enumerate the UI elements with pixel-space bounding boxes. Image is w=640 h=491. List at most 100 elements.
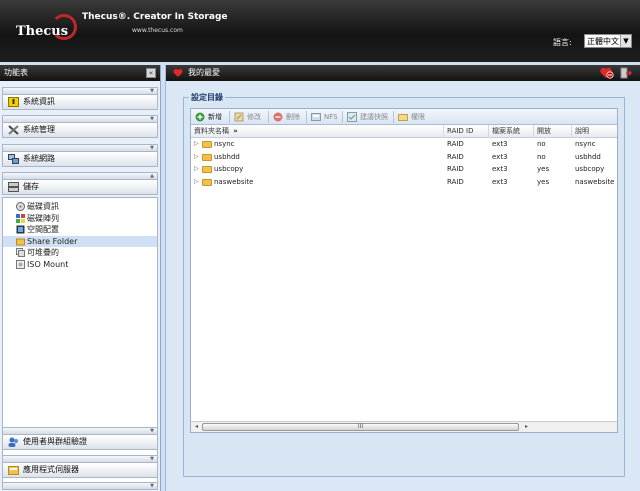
info-icon: [8, 97, 19, 107]
toolbar-divider: [229, 111, 230, 123]
section-handle[interactable]: ▼: [2, 482, 158, 490]
column-header-description[interactable]: 說明: [572, 125, 617, 138]
sidebar-section-system-info[interactable]: ▼ 系統資訊: [2, 87, 158, 110]
remove-favorite-icon[interactable]: [600, 67, 614, 79]
sidebar-item-label: 儲存: [23, 182, 39, 191]
snapshot-button[interactable]: 建議快照: [347, 111, 388, 123]
folder-icon: [202, 141, 212, 148]
sidebar-item-users[interactable]: 使用者與群組驗證: [2, 435, 158, 450]
delete-button[interactable]: 刪除: [273, 111, 300, 123]
expand-icon: ▼: [150, 456, 154, 462]
section-handle[interactable]: ▼: [2, 144, 158, 152]
fieldset-title: 設定目錄: [189, 92, 225, 103]
sidebar-item-network[interactable]: 系統網路: [2, 152, 158, 167]
sidebar-section-system-admin[interactable]: ▼ 系統管理: [2, 115, 158, 138]
table-row[interactable]: ▷ nsync RAID ext3 no nsync: [191, 138, 617, 151]
column-header-raid-id[interactable]: RAID ID: [444, 125, 489, 138]
sidebar-section-storage[interactable]: ▲ 儲存: [2, 172, 158, 195]
folder-permission-icon: [398, 114, 408, 121]
sidebar-title-bar: 功能表 «: [0, 65, 160, 81]
scroll-right-icon[interactable]: ▸: [522, 423, 531, 431]
sidebar-item-label: 使用者與群組驗證: [23, 437, 87, 446]
users-icon: [8, 437, 18, 447]
table-row[interactable]: ▷ usbhdd RAID ext3 no usbhdd: [191, 151, 617, 164]
disk-info-icon: [16, 202, 25, 211]
folder-grid: 新增 修改 刪除 NFS 建議快照 權限 資料夾名稱 » RAID ID 檔案系…: [190, 108, 618, 433]
sidebar-section-users[interactable]: ▼ 使用者與群組驗證: [2, 427, 158, 450]
storage-icon: [8, 182, 19, 192]
expand-icon: ▼: [150, 483, 154, 489]
table-row[interactable]: ▷ usbcopy RAID ext3 yes usbcopy: [191, 163, 617, 176]
section-handle[interactable]: ▼: [2, 87, 158, 95]
scrollbar-thumb[interactable]: III: [202, 423, 519, 431]
sidebar-item-system-info[interactable]: 系統資訊: [2, 95, 158, 110]
snapshot-icon: [347, 112, 357, 122]
share-folder-fieldset: 設定目錄 新增 修改 刪除 NFS 建議快照 權限 資料夾名稱 » RAID I…: [183, 92, 625, 477]
space-icon: [16, 225, 25, 234]
column-header-file-system[interactable]: 檔案系統: [489, 125, 534, 138]
sidebar-bottom-handle[interactable]: ▼: [2, 482, 158, 490]
logo-text: Thecus: [16, 24, 69, 39]
sidebar-section-network[interactable]: ▼ 系統網路: [2, 144, 158, 167]
main-panel: 我的最愛 設定目錄 新增 修改 刪除 NFS 建議快照 權限 資料夾名稱 » R…: [165, 65, 640, 491]
sidebar-item-label: 系統資訊: [23, 97, 55, 106]
main-title: 我的最愛: [188, 68, 220, 77]
expand-row-icon[interactable]: ▷: [194, 138, 199, 151]
column-header-folder-name[interactable]: 資料夾名稱 »: [191, 125, 444, 138]
network-icon: [8, 154, 19, 164]
main-title-bar: 我的最愛: [166, 65, 640, 81]
stackable-icon: [16, 248, 25, 257]
folder-icon: [202, 178, 212, 186]
sidebar-item-label: 系統管理: [23, 125, 55, 134]
grid-body: ▷ nsync RAID ext3 no nsync ▷ usbhdd RAID e…: [191, 138, 617, 188]
share-folder-icon: [16, 238, 25, 245]
sidebar-item-app-server[interactable]: 應用程式伺服器: [2, 463, 158, 478]
language-select[interactable]: 正體中文 ▼: [584, 34, 632, 48]
add-button[interactable]: 新增: [195, 111, 222, 123]
tree-item-stackable[interactable]: 可堆疊的: [3, 247, 157, 259]
expand-icon: ▼: [150, 428, 154, 434]
tree-item-space[interactable]: 空間配置: [3, 224, 157, 236]
app-header: Thecus Thecus®. Creator In Storage www.t…: [0, 0, 640, 62]
sidebar-item-storage[interactable]: 儲存: [2, 180, 158, 195]
collapse-sidebar-button[interactable]: «: [146, 68, 156, 78]
section-handle[interactable]: ▲: [2, 172, 158, 180]
grid-header: 資料夾名稱 » RAID ID 檔案系統 開放 說明: [191, 125, 617, 138]
add-icon: [195, 112, 205, 122]
tree-item-raid[interactable]: 磁碟陣列: [3, 213, 157, 225]
tagline: Thecus®. Creator In Storage: [82, 12, 228, 22]
language-value: 正體中文: [587, 37, 619, 46]
expand-icon: ▼: [150, 116, 154, 122]
tree-item-iso-mount[interactable]: ISO Mount: [3, 259, 157, 271]
edit-icon: [234, 112, 244, 122]
expand-row-icon[interactable]: ▷: [194, 163, 199, 176]
tree-item-share-folder[interactable]: Share Folder: [3, 235, 157, 247]
sidebar-item-system-admin[interactable]: 系統管理: [2, 123, 158, 138]
horizontal-scrollbar[interactable]: ◂ III ▸: [191, 421, 617, 432]
nfs-button[interactable]: NFS: [311, 111, 338, 123]
folder-icon: [202, 166, 212, 173]
expand-row-icon[interactable]: ▷: [194, 176, 199, 189]
toolbar-divider: [342, 111, 343, 123]
sidebar-item-label: 應用程式伺服器: [23, 465, 79, 474]
sidebar-section-app-server[interactable]: ▼ 應用程式伺服器: [2, 455, 158, 478]
expand-icon: ▼: [150, 145, 154, 151]
section-handle[interactable]: ▼: [2, 455, 158, 463]
edit-button[interactable]: 修改: [234, 111, 261, 123]
language-label: 語言:: [553, 38, 572, 47]
section-handle[interactable]: ▼: [2, 115, 158, 123]
sidebar-item-label: 系統網路: [23, 154, 55, 163]
acl-button[interactable]: 權限: [398, 111, 425, 123]
logout-icon[interactable]: [620, 67, 632, 79]
expand-row-icon[interactable]: ▷: [194, 151, 199, 164]
sidebar: 功能表 « ▼ 系統資訊 ▼ 系統管理 ▼ 系統網路 ▲ 儲存 磁碟資訊 磁碟陣…: [0, 65, 161, 491]
section-handle[interactable]: ▼: [2, 427, 158, 435]
tree-item-disk-info[interactable]: 磁碟資訊: [3, 201, 157, 213]
delete-icon: [273, 112, 283, 122]
tools-icon: [8, 125, 19, 135]
sidebar-title: 功能表: [4, 68, 28, 77]
column-header-public[interactable]: 開放: [534, 125, 572, 138]
table-row[interactable]: ▷ naswebsite RAID ext3 yes naswebsite: [191, 176, 617, 189]
chevron-down-icon[interactable]: ▼: [620, 35, 631, 47]
scroll-left-icon[interactable]: ◂: [192, 423, 201, 431]
